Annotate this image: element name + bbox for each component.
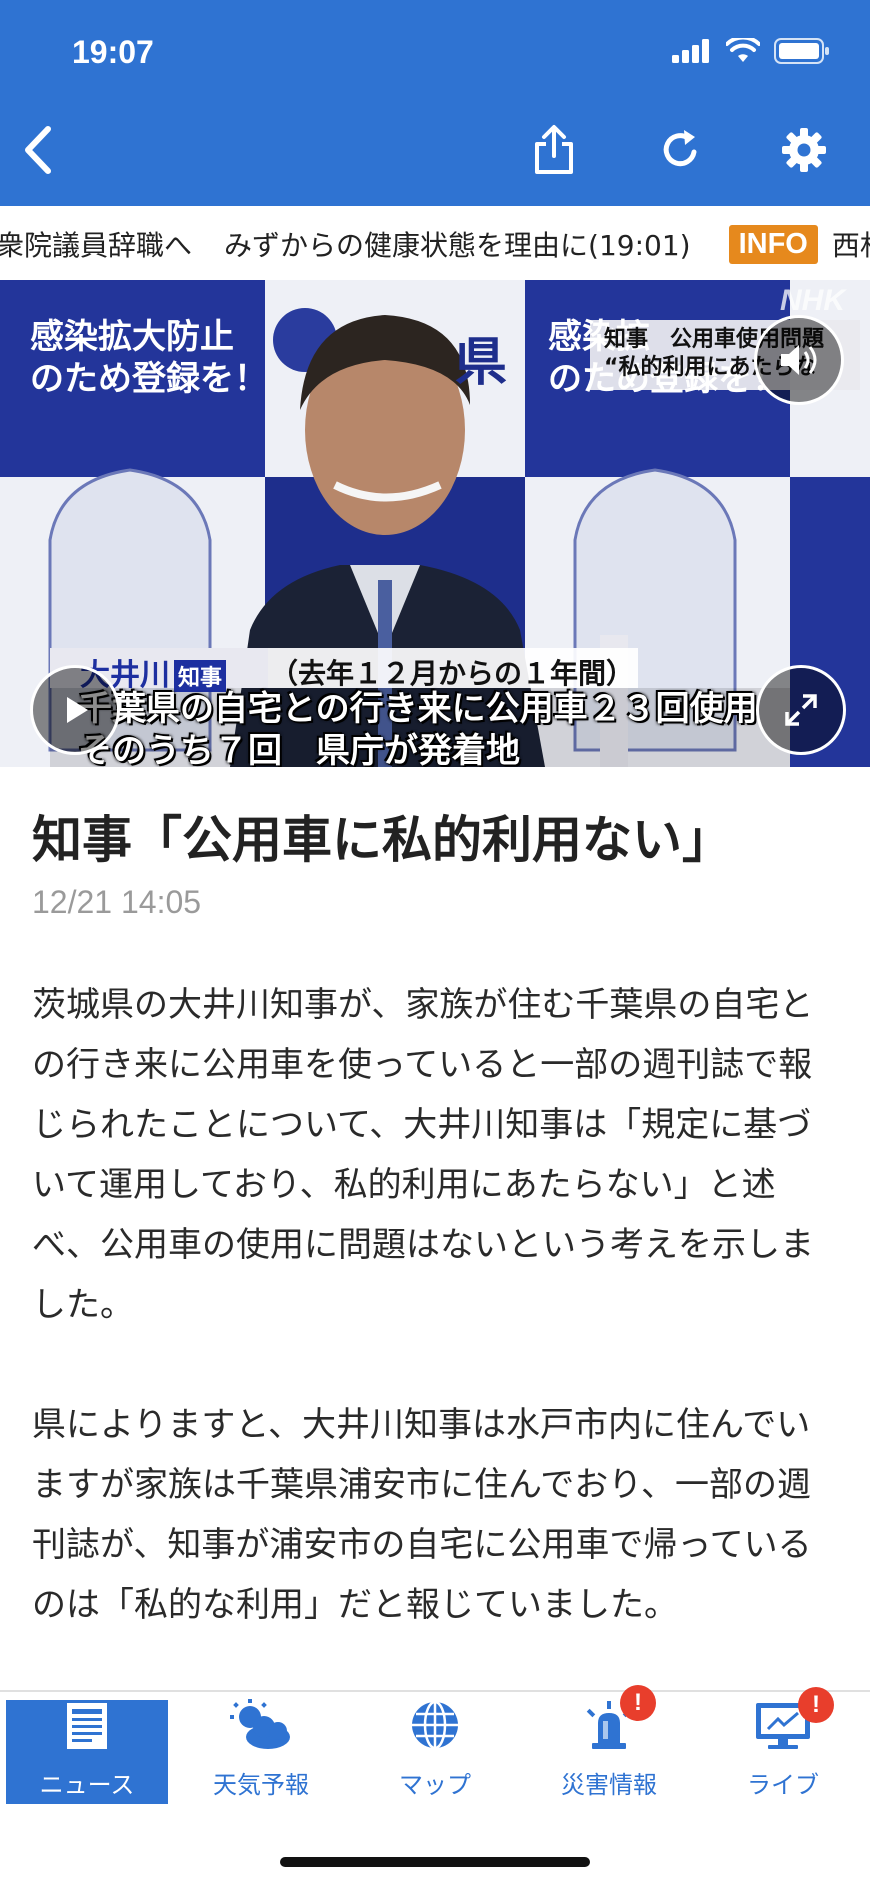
ticker-headline: みずからの健康状態を理由に(19:01) xyxy=(224,229,691,262)
news-ticker[interactable]: 衆院議員辞職へ みずからの健康状態を理由に(19:01) INFO 西村 xyxy=(0,206,870,282)
play-icon xyxy=(67,697,88,723)
ticker-headline: 西村 xyxy=(831,229,870,262)
video-caption-main: 千葉県の自宅との行き来に公用車２３回使用 そのうち７回 県庁が発着地 xyxy=(78,689,758,767)
tab-label: マップ xyxy=(399,1771,471,1799)
video-caption-period: （去年１２月からの１年間） xyxy=(270,657,635,690)
video-player[interactable]: 感染拡大防止 のため登録を！ 感染拡 のため登録を！ 県 NHK 知事 公用車使… xyxy=(0,280,870,767)
speaker-icon xyxy=(781,345,817,375)
tab-live[interactable]: ! ライブ xyxy=(702,1687,864,1804)
home-indicator[interactable] xyxy=(280,1857,590,1867)
tab-label: ライブ xyxy=(747,1771,819,1799)
gear-icon xyxy=(782,128,826,172)
tab-news[interactable]: ニュース xyxy=(6,1700,168,1804)
video-logo-text: 県 xyxy=(455,333,508,393)
tab-bar: ニュース 天気予報 マップ ! 災害情報 ! ライブ xyxy=(0,1685,870,1885)
article-paragraph: 県によりますと、大井川知事は水戸市内に住んでいますが家族は千葉県浦安市に住んでお… xyxy=(32,1405,812,1625)
expand-icon xyxy=(785,694,817,726)
article-title: 知事「公用車に私的利用ない」 xyxy=(32,811,732,869)
tab-label: 天気予報 xyxy=(213,1771,309,1799)
signal-icon xyxy=(672,39,709,63)
share-button[interactable] xyxy=(524,120,584,180)
tab-disaster[interactable]: ! 災害情報 xyxy=(528,1685,690,1804)
settings-button[interactable] xyxy=(774,120,834,180)
article-date: 12/21 14:05 xyxy=(32,884,202,920)
sound-button[interactable] xyxy=(754,315,844,405)
disaster-alert-badge: ! xyxy=(620,1685,656,1721)
video-banner-left: 感染拡大防止 のため登録を！ xyxy=(30,317,268,399)
wifi-icon xyxy=(726,38,760,62)
tab-label: ニュース xyxy=(39,1771,135,1799)
app-header: 19:07 xyxy=(0,0,870,206)
back-button[interactable] xyxy=(8,120,68,180)
weather-icon xyxy=(230,1699,290,1749)
reload-button[interactable] xyxy=(650,120,710,180)
article-paragraph: 茨城県の大井川知事が、家族が住む千葉県の自宅との行き来に公用車を使っていると一部… xyxy=(32,985,814,1325)
tab-map[interactable]: マップ xyxy=(354,1700,516,1804)
tab-weather[interactable]: 天気予報 xyxy=(180,1699,342,1804)
ticker-headline: 衆院議員辞職へ xyxy=(0,229,193,262)
tab-label: 災害情報 xyxy=(561,1771,657,1799)
status-time: 19:07 xyxy=(72,34,154,70)
chevron-left-icon xyxy=(25,126,51,174)
globe-icon xyxy=(412,1700,458,1750)
article-body: 茨城県の大井川知事が、家族が住む千葉県の自宅との行き来に公用車を使っていると一部… xyxy=(32,975,838,1695)
battery-icon xyxy=(774,38,829,64)
reload-icon xyxy=(663,130,697,167)
info-badge: INFO xyxy=(728,224,818,264)
live-alert-badge: ! xyxy=(798,1687,834,1723)
video-watermark: NHK xyxy=(780,284,845,317)
status-icons xyxy=(672,38,830,64)
fullscreen-button[interactable] xyxy=(756,665,846,755)
share-icon xyxy=(535,125,573,174)
play-button[interactable] xyxy=(30,665,120,755)
newspaper-icon xyxy=(67,1703,107,1749)
